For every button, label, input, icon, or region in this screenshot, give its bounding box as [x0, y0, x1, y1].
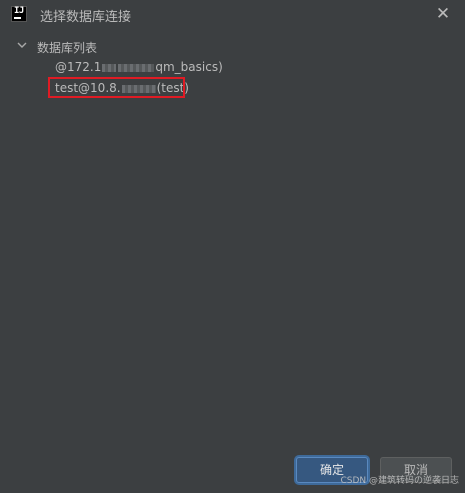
dialog-title: 选择数据库连接 [40, 10, 132, 25]
tree-root-label[interactable]: 数据库列表 [37, 39, 97, 56]
selection-highlight-box [48, 77, 185, 98]
redacted-text [102, 63, 117, 72]
chevron-down-icon[interactable] [17, 40, 27, 50]
title-bar: IJ 选择数据库连接 ✕ [0, 0, 465, 29]
watermark: CSDN @建筑转码の逆袭日志 [340, 476, 459, 486]
close-icon[interactable]: ✕ [433, 4, 453, 24]
redacted-text [118, 63, 155, 72]
tree-item-connection-1[interactable]: @172.1 qm_basics) [55, 60, 223, 74]
connection-1-prefix: @172.1 [55, 60, 102, 74]
connection-1-suffix: qm_basics) [155, 60, 223, 74]
intellij-app-icon: IJ [11, 6, 27, 22]
